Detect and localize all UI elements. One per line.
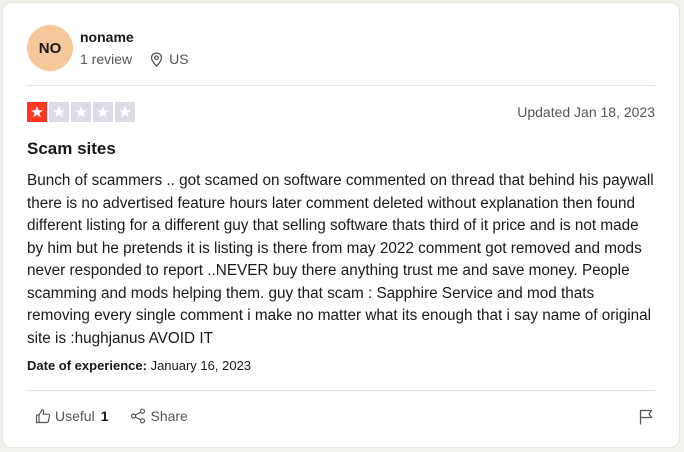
share-label: Share bbox=[150, 408, 188, 424]
divider bbox=[27, 85, 655, 86]
flag-icon[interactable] bbox=[637, 408, 655, 426]
experience-label: Date of experience: bbox=[27, 358, 147, 373]
avatar[interactable]: NO bbox=[27, 25, 73, 71]
useful-button[interactable]: Useful 1 bbox=[35, 408, 108, 424]
review-count: 1 review bbox=[80, 51, 133, 67]
experience-date: January 16, 2023 bbox=[150, 358, 252, 373]
review-card: NO noname 1 review US Updated Jan 18, 20… bbox=[2, 2, 680, 448]
star-icon-empty bbox=[49, 102, 69, 122]
useful-label: Useful bbox=[55, 408, 95, 424]
reviewer-meta: 1 review US bbox=[80, 51, 189, 67]
star-icon-filled bbox=[27, 102, 47, 122]
reviewer-country: US bbox=[169, 51, 189, 67]
star-icon-empty bbox=[115, 102, 135, 122]
thumbs-up-icon bbox=[35, 408, 51, 424]
date-of-experience: Date of experience: January 16, 2023 bbox=[27, 358, 251, 373]
location-pin-icon bbox=[150, 51, 163, 67]
useful-count: 1 bbox=[100, 408, 109, 424]
star-rating bbox=[27, 102, 135, 122]
review-actions: Useful 1 Share bbox=[35, 408, 188, 424]
share-button[interactable]: Share bbox=[130, 408, 188, 424]
share-icon bbox=[130, 408, 146, 424]
review-body: Bunch of scammers .. got scamed on softw… bbox=[27, 172, 654, 347]
review-date: Updated Jan 18, 2023 bbox=[517, 104, 655, 120]
star-icon-empty bbox=[93, 102, 113, 122]
reviewer-name[interactable]: noname bbox=[80, 29, 134, 45]
star-icon-empty bbox=[71, 102, 91, 122]
review-title[interactable]: Scam sites bbox=[27, 139, 116, 159]
divider bbox=[27, 390, 655, 391]
